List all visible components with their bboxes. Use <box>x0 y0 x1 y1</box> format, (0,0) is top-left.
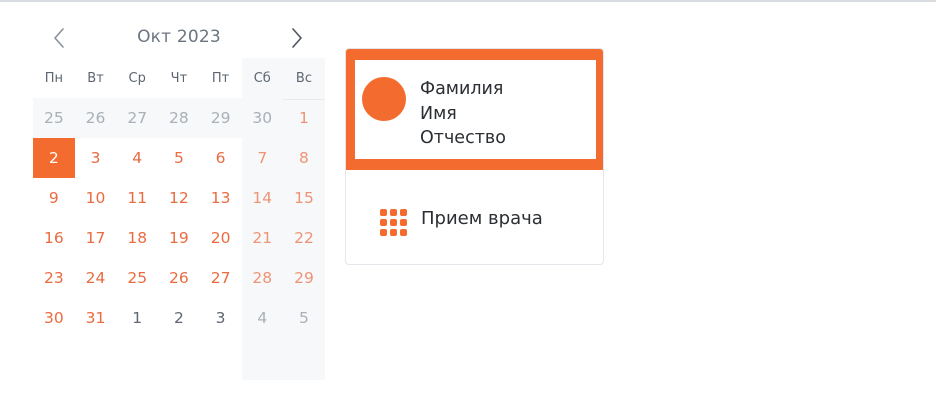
calendar-day[interactable]: 28 <box>158 98 200 138</box>
avatar <box>362 77 406 121</box>
calendar-day[interactable]: 7 <box>241 138 283 178</box>
weekday-header: Пт <box>199 58 242 100</box>
month-label: Окт 2023 <box>137 27 221 47</box>
calendar-day[interactable]: 20 <box>200 218 242 258</box>
weekday-header: Чт <box>158 58 200 100</box>
calendar-header: Окт 2023 <box>33 18 325 58</box>
calendar-day[interactable]: 26 <box>74 98 117 138</box>
calendar-day[interactable]: 25 <box>33 98 75 138</box>
calendar-day[interactable]: 4 <box>241 298 283 338</box>
calendar-day[interactable]: 10 <box>75 178 117 218</box>
profile-card-header: Фамилия Имя Отчество <box>346 49 603 170</box>
calendar-day[interactable]: 27 <box>116 98 159 138</box>
calendar-day[interactable]: 31 <box>75 298 117 338</box>
first-name: Имя <box>420 103 457 124</box>
full-name: Фамилия Имя Отчество <box>420 77 506 151</box>
calendar-day[interactable]: 1 <box>283 98 325 138</box>
calendar-day[interactable]: 15 <box>283 178 325 218</box>
calendar-day[interactable]: 9 <box>33 178 75 218</box>
last-name: Фамилия <box>420 79 504 99</box>
calendar-day[interactable]: 5 <box>158 138 200 178</box>
calendar-day[interactable]: 6 <box>200 138 242 178</box>
calendar-day[interactable]: 28 <box>241 258 283 298</box>
profile-card: Фамилия Имя Отчество Прием врача <box>345 48 604 265</box>
calendar-grid: Пн Вт Ср Чт Пт Сб Вс 25 26 27 28 29 30 1 2 3 4 5 6 7 8 9 10 11 1… <box>33 58 325 380</box>
calendar-day[interactable]: 29 <box>199 98 242 138</box>
calendar-day[interactable]: 19 <box>158 218 200 258</box>
calendar-day[interactable]: 17 <box>75 218 117 258</box>
calendar-day[interactable]: 30 <box>241 98 284 138</box>
calendar-day[interactable]: 22 <box>283 218 325 258</box>
calendar-day[interactable]: 12 <box>158 178 200 218</box>
weekday-header: Сб <box>241 58 284 100</box>
top-divider <box>0 0 936 2</box>
calendar-day[interactable]: 16 <box>33 218 75 258</box>
calendar-day[interactable]: 13 <box>200 178 242 218</box>
calendar-day[interactable]: 21 <box>241 218 283 258</box>
calendar-day[interactable]: 5 <box>283 298 325 338</box>
weekday-header: Вт <box>74 58 117 100</box>
calendar-day[interactable]: 11 <box>116 178 158 218</box>
calendar-day[interactable]: 25 <box>116 258 158 298</box>
calendar-day[interactable]: 30 <box>33 298 75 338</box>
patronymic: Отчество <box>420 128 506 148</box>
calendar-day[interactable]: 23 <box>33 258 75 298</box>
calendar-day[interactable]: 3 <box>200 298 242 338</box>
calendar-day-selected[interactable]: 2 <box>33 138 75 178</box>
calendar-day[interactable]: 3 <box>75 138 117 178</box>
weekday-header: Ср <box>116 58 159 100</box>
menu-item-doctor-appointment[interactable]: Прием врача <box>346 194 603 244</box>
calendar-day[interactable]: 24 <box>75 258 117 298</box>
next-month-button[interactable] <box>285 24 309 52</box>
chevron-right-icon <box>292 28 302 48</box>
calendar-day[interactable]: 4 <box>116 138 158 178</box>
calendar-day[interactable]: 14 <box>241 178 283 218</box>
grid-icon <box>380 209 408 237</box>
calendar-day[interactable]: 26 <box>158 258 200 298</box>
profile-box[interactable]: Фамилия Имя Отчество <box>355 60 596 159</box>
calendar-day[interactable]: 8 <box>283 138 325 178</box>
calendar: Окт 2023 Пн Вт Ср Чт Пт Сб Вс 25 26 27 28 29 30 1 2 3 4 5… <box>33 18 325 380</box>
calendar-day[interactable]: 29 <box>283 258 325 298</box>
weekday-header: Пн <box>33 58 75 100</box>
menu-item-label: Прием врача <box>421 208 543 229</box>
calendar-day[interactable]: 1 <box>116 298 158 338</box>
calendar-day[interactable]: 27 <box>200 258 242 298</box>
calendar-day[interactable]: 2 <box>158 298 200 338</box>
calendar-day[interactable]: 18 <box>116 218 158 258</box>
weekday-header: Вс <box>283 58 325 100</box>
